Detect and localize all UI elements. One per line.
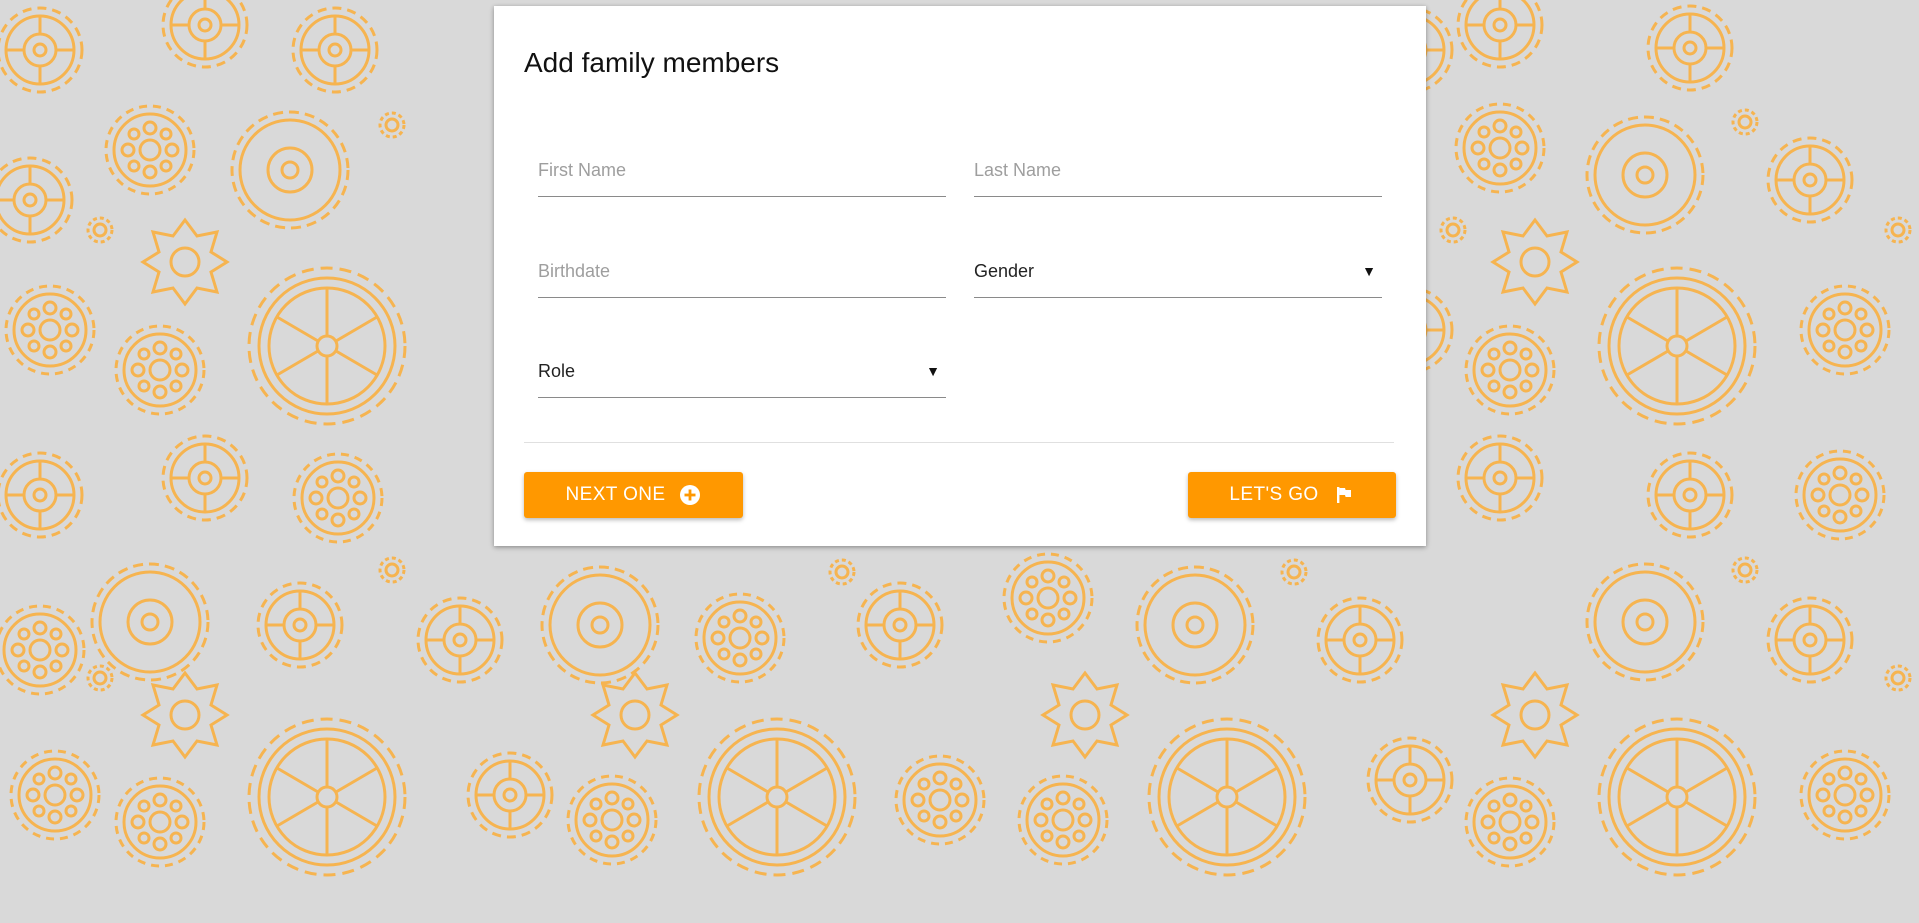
caret-down-icon: ▼ — [1362, 263, 1376, 279]
next-one-label: NEXT ONE — [565, 484, 666, 505]
lets-go-button[interactable]: LET'S GO — [1188, 472, 1396, 518]
gender-select-value: Gender — [974, 261, 1035, 281]
flag-icon — [1333, 484, 1355, 506]
next-one-button[interactable]: NEXT ONE — [524, 472, 743, 518]
last-name-input[interactable] — [974, 145, 1382, 195]
lets-go-label: LET'S GO — [1229, 484, 1319, 505]
add-family-members-card: Add family members Gender ▼ Role ▼ NEXT … — [494, 6, 1426, 546]
plus-circle-icon — [679, 484, 701, 506]
actions-divider — [524, 442, 1394, 443]
role-select[interactable]: Role ▼ — [538, 346, 946, 398]
first-name-input[interactable] — [538, 145, 946, 195]
caret-down-icon: ▼ — [926, 363, 940, 379]
birthdate-input[interactable] — [538, 246, 946, 296]
role-select-value: Role — [538, 361, 576, 381]
form-title: Add family members — [524, 47, 780, 78]
gender-select[interactable]: Gender ▼ — [974, 246, 1382, 298]
first-name-field[interactable] — [538, 145, 946, 197]
birthdate-field[interactable] — [538, 246, 946, 298]
last-name-field[interactable] — [974, 145, 1382, 197]
